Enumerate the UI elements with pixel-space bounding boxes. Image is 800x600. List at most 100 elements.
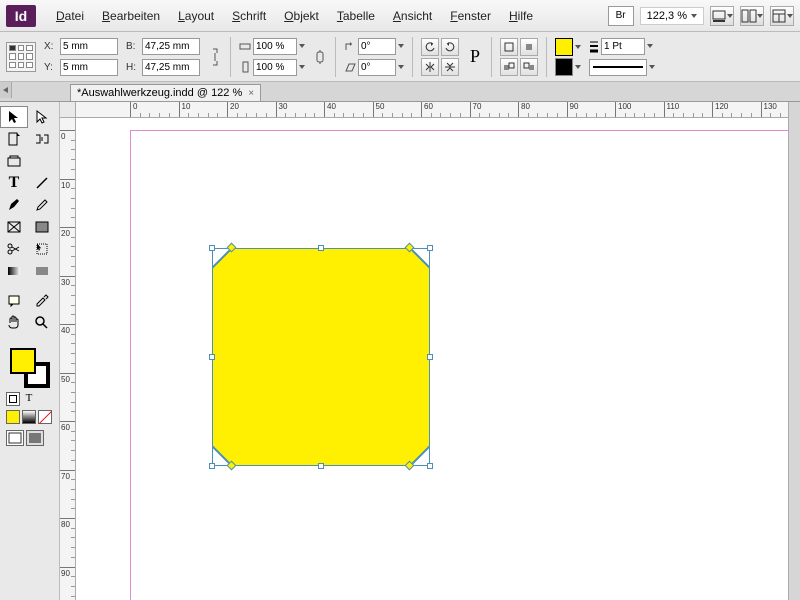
handle-ml[interactable] — [209, 354, 215, 360]
menu-ansicht[interactable]: Ansicht — [385, 6, 440, 26]
rotate-ccw-button[interactable] — [421, 38, 439, 56]
document-tab[interactable]: *Auswahlwerkzeug.indd @ 122 % × — [70, 84, 261, 101]
handle-mr[interactable] — [427, 354, 433, 360]
eyedropper-tool[interactable] — [28, 290, 56, 312]
type-tool[interactable]: T — [0, 172, 28, 194]
apply-color-button[interactable] — [6, 410, 20, 424]
arrange-group — [500, 38, 538, 76]
document-tab-bar: *Auswahlwerkzeug.indd @ 122 % × — [0, 82, 800, 102]
spacer — [28, 150, 56, 172]
stroke-style-dropdown[interactable] — [589, 59, 647, 76]
selected-object[interactable] — [212, 248, 430, 466]
fill-color[interactable] — [10, 348, 36, 374]
shear-input[interactable] — [358, 59, 396, 76]
vertical-ruler[interactable]: 0102030405060708090 — [60, 118, 76, 600]
constrain-scale-icon[interactable] — [313, 42, 327, 72]
height-input[interactable] — [142, 59, 200, 76]
menu-datei[interactable]: Datei — [48, 6, 92, 26]
select-container-button[interactable] — [500, 38, 518, 56]
app-icon: Id — [6, 5, 36, 27]
tab-title: *Auswahlwerkzeug.indd @ 122 % — [77, 87, 242, 99]
scale-x-input[interactable] — [253, 38, 297, 55]
zoom-level-dropdown[interactable]: 122,3 % — [640, 7, 704, 25]
arrange-documents-button[interactable] — [740, 6, 764, 26]
apply-gradient-button[interactable] — [22, 410, 36, 424]
workspace-button[interactable] — [770, 6, 794, 26]
rotation-input[interactable] — [358, 38, 396, 55]
handle-tc[interactable] — [318, 245, 324, 251]
pencil-tool[interactable] — [28, 194, 56, 216]
menu-bearbeiten[interactable]: Bearbeiten — [94, 6, 168, 26]
menu-objekt[interactable]: Objekt — [276, 6, 327, 26]
panel-collapse-button[interactable] — [0, 82, 12, 98]
select-next-button[interactable] — [520, 58, 538, 76]
handle-tl[interactable] — [209, 245, 215, 251]
scale-x-icon — [239, 40, 251, 52]
ruler-origin[interactable] — [60, 102, 76, 118]
x-input[interactable] — [60, 38, 118, 55]
position-group: X: Y: — [44, 38, 118, 76]
menu-layout[interactable]: Layout — [170, 6, 222, 26]
note-tool[interactable] — [0, 290, 28, 312]
content-collector-tool[interactable] — [0, 150, 28, 172]
menu-fenster[interactable]: Fenster — [442, 6, 499, 26]
reference-point-grid[interactable] — [6, 42, 36, 72]
gradient-feather-tool[interactable] — [28, 260, 56, 282]
fill-stroke-box[interactable] — [10, 348, 50, 388]
hand-tool[interactable] — [0, 312, 28, 334]
handle-bc[interactable] — [318, 463, 324, 469]
caret-icon — [575, 65, 581, 69]
horizontal-ruler[interactable]: 0102030405060708090100110120130140 — [76, 102, 788, 118]
menu-hilfe[interactable]: Hilfe — [501, 6, 541, 26]
menu-tabelle[interactable]: Tabelle — [329, 6, 383, 26]
width-input[interactable] — [142, 38, 200, 55]
flip-horizontal-button[interactable] — [421, 58, 439, 76]
stroke-swatch[interactable] — [555, 58, 573, 76]
caret-icon — [299, 44, 305, 48]
caret-icon — [691, 14, 697, 18]
rectangle-frame-tool[interactable] — [0, 216, 28, 238]
fill-swatch[interactable] — [555, 38, 573, 56]
gap-tool[interactable] — [28, 128, 56, 150]
line-tool[interactable] — [28, 172, 56, 194]
free-transform-tool[interactable] — [28, 238, 56, 260]
caret-icon — [649, 65, 655, 69]
bridge-button[interactable]: Br — [608, 6, 634, 26]
handle-tr[interactable] — [427, 245, 433, 251]
rotate-cw-button[interactable] — [441, 38, 459, 56]
panel-dock[interactable] — [788, 102, 800, 600]
gradient-swatch-tool[interactable] — [0, 260, 28, 282]
normal-view-button[interactable] — [6, 430, 24, 446]
menu-bar: Id Datei Bearbeiten Layout Schrift Objek… — [0, 0, 800, 32]
y-input[interactable] — [60, 59, 118, 76]
canvas-area[interactable]: 0102030405060708090100110120130140 01020… — [60, 102, 788, 600]
flip-vertical-button[interactable] — [441, 58, 459, 76]
scissors-tool[interactable] — [0, 238, 28, 260]
zoom-value: 122,3 % — [647, 10, 687, 22]
control-bar: X: Y: B: H: — [0, 32, 800, 82]
caret-icon — [398, 44, 404, 48]
apply-none-button[interactable] — [38, 410, 52, 424]
select-content-button[interactable] — [520, 38, 538, 56]
workspace: T — [0, 102, 800, 600]
preview-view-button[interactable] — [26, 430, 44, 446]
w-label: B: — [126, 41, 140, 52]
zoom-tool[interactable] — [28, 312, 56, 334]
tab-close-button[interactable]: × — [248, 88, 254, 99]
select-previous-button[interactable] — [500, 58, 518, 76]
handle-br[interactable] — [427, 463, 433, 469]
stroke-weight-input[interactable] — [601, 38, 645, 55]
format-container-button[interactable] — [6, 392, 20, 406]
constrain-proportions-icon[interactable] — [208, 42, 222, 72]
pen-tool[interactable] — [0, 194, 28, 216]
format-text-button[interactable]: T — [22, 392, 36, 406]
direct-selection-tool[interactable] — [28, 106, 56, 128]
screen-mode-button[interactable] — [710, 6, 734, 26]
x-label: X: — [44, 41, 58, 52]
scale-y-input[interactable] — [253, 59, 297, 76]
rectangle-tool[interactable] — [28, 216, 56, 238]
selection-tool[interactable] — [0, 106, 28, 128]
page-tool[interactable] — [0, 128, 28, 150]
handle-bl[interactable] — [209, 463, 215, 469]
menu-schrift[interactable]: Schrift — [224, 6, 274, 26]
